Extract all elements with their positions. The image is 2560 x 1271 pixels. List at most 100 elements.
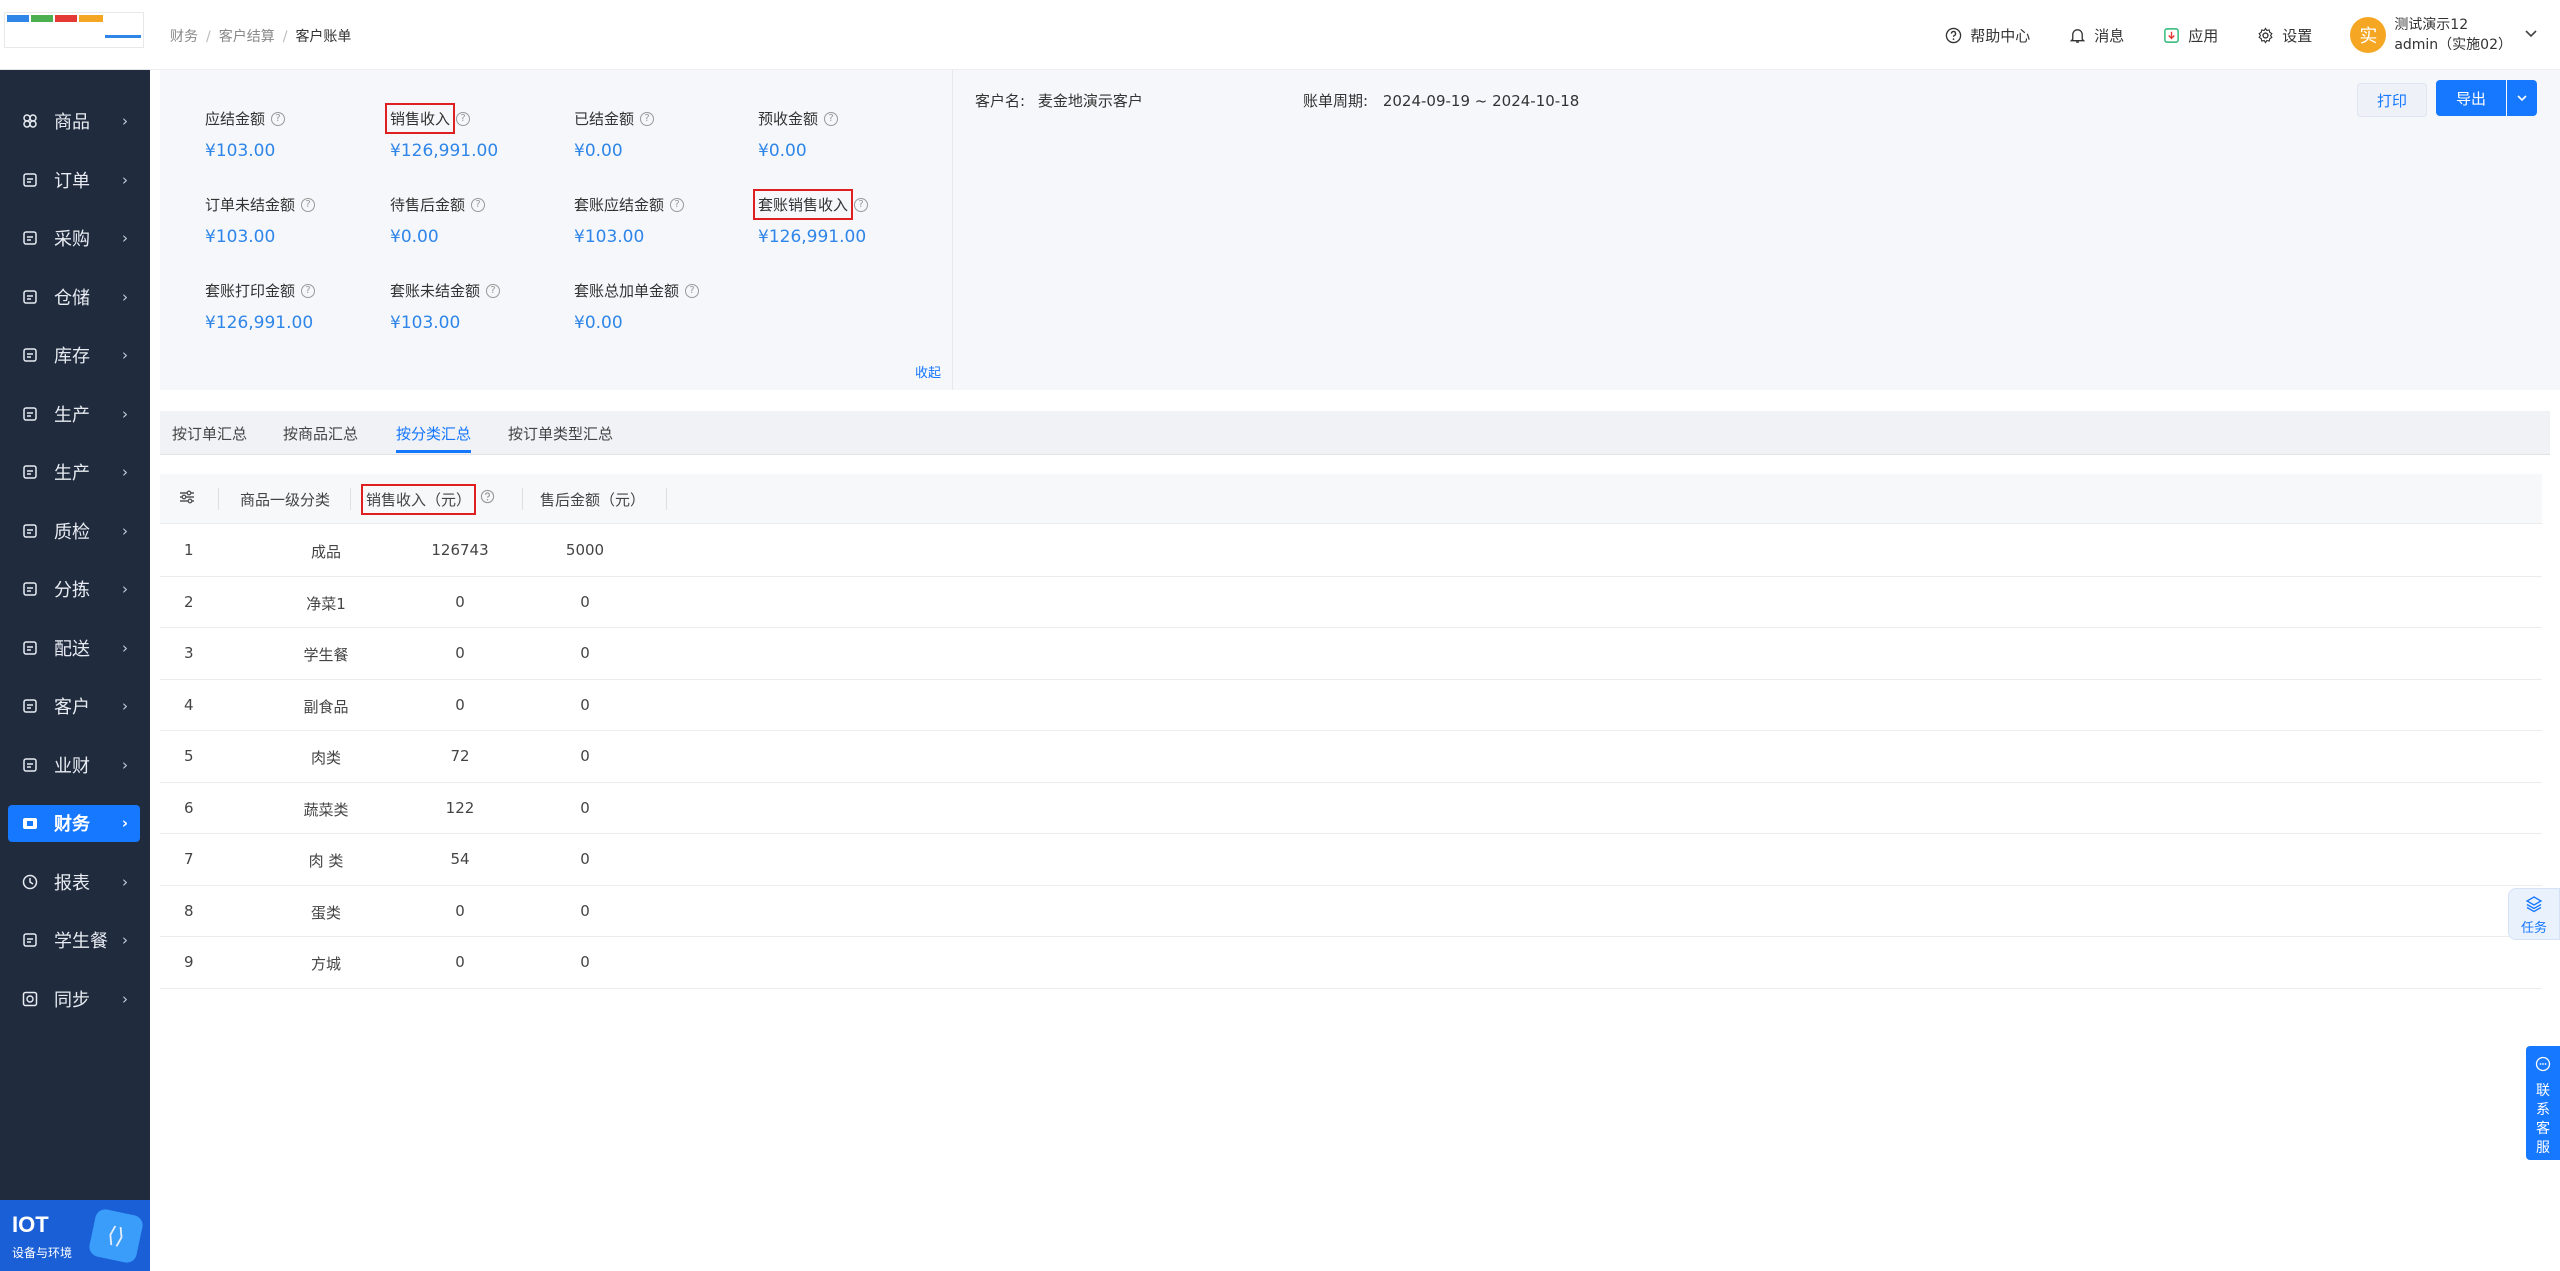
row-number: 6 — [184, 798, 194, 817]
row-number: 9 — [184, 953, 194, 971]
sidebar-item-label: 客户 — [54, 697, 90, 719]
question-circle-icon[interactable]: ? — [456, 111, 471, 126]
sidebar-item[interactable]: 财务 › — [0, 794, 150, 853]
print-button[interactable]: 打印 — [2357, 83, 2427, 117]
table-row[interactable]: 2 净菜1 0 0 — [160, 577, 2542, 628]
metric-label: 套账打印金额 — [205, 282, 296, 300]
metric-value: ¥0.00 — [574, 141, 623, 161]
row-sales: 126743 — [431, 541, 489, 559]
sidebar-item[interactable]: 生产 › — [0, 385, 150, 444]
chevron-right-icon: › — [122, 112, 128, 131]
sidebar-item[interactable]: 质检 › — [0, 502, 150, 561]
avatar[interactable]: 实 — [2350, 17, 2387, 53]
task-float-button[interactable]: 任务 — [2508, 888, 2560, 940]
breadcrumb-item[interactable]: 客户结算 — [219, 29, 275, 45]
sidebar-item[interactable]: 配送 › — [0, 619, 150, 678]
logo[interactable] — [0, 0, 150, 70]
tab[interactable]: 按商品汇总 — [283, 423, 358, 444]
table-row[interactable]: 3 学生餐 0 0 — [160, 628, 2542, 680]
metric-value: ¥0.00 — [390, 227, 439, 247]
question-circle-icon[interactable]: ? — [854, 197, 869, 212]
question-circle-icon[interactable]: ? — [301, 283, 316, 298]
metric-label: 销售收入 — [384, 103, 456, 134]
warehouse-icon — [20, 287, 40, 307]
messages-label: 消息 — [2094, 26, 2125, 45]
table-row[interactable]: 5 肉类 72 0 — [160, 731, 2542, 783]
chevron-down-icon[interactable] — [2524, 26, 2538, 44]
question-circle-icon[interactable]: ? — [271, 111, 286, 126]
table-row[interactable]: 9 方城 0 0 — [160, 937, 2542, 989]
help-center-link[interactable]: 帮助中心 — [1944, 25, 2030, 46]
customer-service-label: 联系客服 — [2536, 1083, 2550, 1156]
chevron-down-icon — [2517, 95, 2527, 102]
question-circle-icon — [1944, 26, 1962, 44]
question-circle-icon[interactable] — [480, 489, 495, 508]
iot-panel[interactable]: IOT 设备与环境 ⟨⟩ — [0, 1200, 150, 1271]
logo-thumbnail — [4, 12, 144, 48]
metric-value: ¥103.00 — [205, 141, 276, 161]
metric-label-row: 应结金额? — [205, 108, 385, 129]
summary-metric: 已结金额? ¥0.00 — [574, 108, 754, 161]
chevron-right-icon: › — [122, 872, 128, 891]
table-row[interactable]: 1 成品 126743 5000 — [160, 525, 2542, 577]
table-row[interactable]: 8 蛋类 0 0 — [160, 886, 2542, 937]
apps-link[interactable]: 应用 — [2162, 25, 2218, 46]
inventory-icon — [20, 345, 40, 365]
row-category: 蛋类 — [310, 903, 341, 922]
question-circle-icon[interactable]: ? — [670, 197, 685, 212]
sidebar-item-label: 业财 — [54, 755, 90, 777]
question-circle-icon[interactable]: ? — [486, 283, 501, 298]
production-icon — [20, 404, 40, 424]
row-after-sales: 5000 — [565, 541, 605, 559]
breadcrumb-item[interactable]: 财务 — [170, 29, 198, 45]
sidebar-item[interactable]: 订单 › — [0, 151, 150, 210]
metric-label: 套账销售收入 — [752, 189, 854, 220]
sidebar-item[interactable]: 库存 › — [0, 326, 150, 385]
user-info[interactable]: 测试演示12 admin（实施02） — [2394, 15, 2512, 55]
tab[interactable]: 按分类汇总 — [396, 423, 472, 453]
sidebar-item[interactable]: 采购 › — [0, 209, 150, 268]
question-circle-icon[interactable]: ? — [685, 283, 700, 298]
row-category: 学生餐 — [303, 646, 349, 664]
quality-icon — [20, 521, 40, 541]
metric-label: 套账总加单金额 — [574, 282, 680, 300]
question-circle-icon[interactable]: ? — [640, 111, 655, 126]
bill-summary: 应结金额? ¥103.00 销售收入? ¥126,991.00 已结金额? ¥0.00 预收… — [160, 70, 952, 390]
row-sales: 0 — [455, 901, 465, 920]
summary-metric: 套账打印金额? ¥126,991.00 — [205, 280, 385, 333]
sidebar-item[interactable]: 客户 › — [0, 677, 150, 736]
sidebar-item[interactable]: 分拣 › — [0, 560, 150, 619]
question-circle-icon[interactable]: ? — [301, 197, 316, 212]
question-circle-icon[interactable]: ? — [824, 111, 839, 126]
row-sales: 0 — [455, 592, 465, 611]
row-number: 1 — [184, 541, 194, 559]
sidebar-item[interactable]: 生产 › — [0, 443, 150, 502]
tab[interactable]: 按订单汇总 — [172, 423, 247, 444]
sync-icon — [20, 989, 40, 1009]
bill-info: 客户名: 麦金地演示客户 账单周期: 2024-09-19 ~ 2024-10-… — [952, 70, 2560, 390]
export-dropdown-button[interactable] — [2507, 80, 2537, 116]
sidebar-item[interactable]: 学生餐 › — [0, 911, 150, 970]
table-row[interactable]: 7 肉 类 54 0 — [160, 834, 2542, 886]
business-finance-icon — [20, 755, 40, 775]
cloud-device-icon: ⟨⟩ — [87, 1207, 145, 1265]
column-settings-icon[interactable] — [178, 488, 196, 510]
table-row[interactable]: 4 副食品 0 0 — [160, 680, 2542, 731]
sidebar-item-label: 采购 — [54, 229, 90, 251]
row-sales: 0 — [455, 695, 465, 714]
customer-service-button[interactable]: 联系客服 — [2526, 1046, 2560, 1160]
sidebar-item[interactable]: 报表 › — [0, 853, 150, 912]
sidebar-item[interactable]: 业财 › — [0, 736, 150, 795]
sidebar-item[interactable]: 同步 › — [0, 970, 150, 1029]
summary-metric: 套账销售收入? ¥126,991.00 — [752, 189, 938, 247]
tab[interactable]: 按订单类型汇总 — [508, 423, 613, 444]
collapse-link[interactable]: 收起 — [915, 362, 941, 381]
question-circle-icon[interactable]: ? — [471, 197, 486, 212]
sidebar-item[interactable]: 仓储 › — [0, 268, 150, 327]
messages-link[interactable]: 消息 — [2068, 25, 2124, 46]
settings-link[interactable]: 设置 — [2256, 25, 2312, 46]
row-number: 3 — [184, 644, 194, 662]
table-row[interactable]: 6 蔬菜类 122 0 — [160, 783, 2542, 834]
export-button[interactable]: 导出 — [2436, 80, 2506, 116]
sidebar-item[interactable]: 商品 › — [0, 92, 150, 151]
